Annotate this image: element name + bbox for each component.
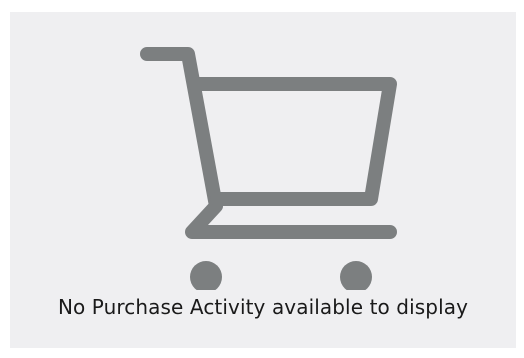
empty-state-message: No Purchase Activity available to displa… — [57, 295, 469, 319]
shopping-cart-icon — [140, 47, 397, 290]
empty-state-panel: No Purchase Activity available to displa… — [10, 12, 516, 348]
